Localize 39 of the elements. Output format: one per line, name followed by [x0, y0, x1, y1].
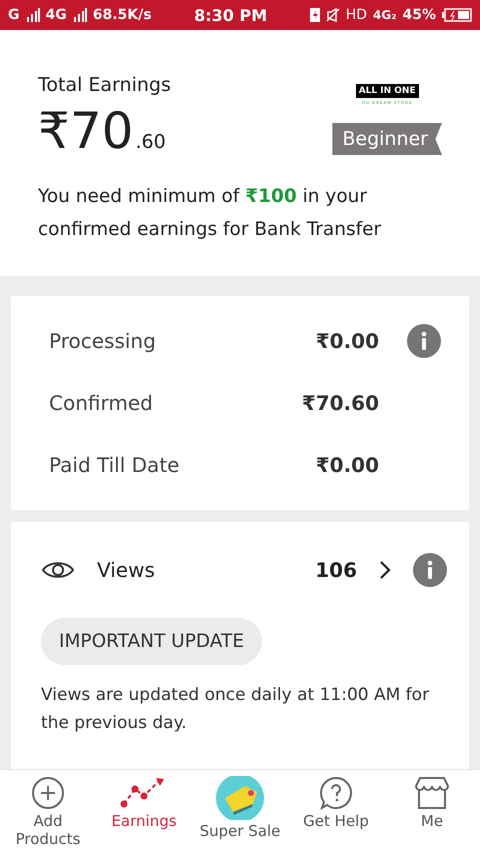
signal-icon: [26, 8, 40, 22]
network-speed: 68.5K/s: [92, 7, 152, 23]
price-tag-icon: [215, 776, 265, 820]
battery-saver-icon: [310, 8, 320, 22]
summary-label: Confirmed: [49, 391, 154, 415]
info-icon[interactable]: [407, 324, 441, 358]
help-bubble-icon: [319, 776, 353, 810]
hd-label: HD: [346, 7, 368, 23]
battery-percent: 45%: [402, 7, 436, 23]
nav-tab[interactable]: Get Help: [288, 770, 384, 854]
network-label: 4G: [46, 7, 67, 23]
chevron-right-icon[interactable]: [379, 560, 391, 580]
views-note: Views are updated once daily at 11:00 AM for the previous day.: [41, 684, 430, 735]
views-count: 106: [315, 558, 357, 582]
store-logo: ALL IN ONE: [356, 84, 419, 98]
transfer-note: You need minimum of ₹100 in your confirmed earnings for Bank Transfer: [38, 185, 382, 242]
info-icon[interactable]: [413, 553, 447, 587]
data-label: 4G₂: [373, 8, 396, 22]
level-badge: Beginner: [332, 123, 442, 155]
nav-tab[interactable]: Super Sale: [192, 770, 288, 854]
nav-tab[interactable]: Me: [384, 770, 480, 854]
summary-label: Processing: [49, 329, 157, 353]
summary-value: ₹70.60: [300, 391, 379, 415]
add-icon: [31, 776, 65, 810]
summary-value: ₹0.00: [314, 453, 379, 477]
network-label: G: [8, 7, 20, 23]
total-earnings-label: Total Earnings: [38, 74, 171, 96]
signal-icon: [72, 8, 87, 22]
views-label: Views: [97, 558, 156, 582]
clock: 8:30 PM: [194, 6, 268, 24]
summary-value: ₹0.00: [314, 329, 379, 353]
summary-label: Paid Till Date: [49, 453, 180, 477]
nav-tab[interactable]: Earnings: [96, 770, 192, 854]
mute-icon: [326, 8, 340, 22]
battery-icon: [442, 8, 472, 22]
earnings-amount: ₹70.60: [38, 102, 167, 160]
storefront-icon: [414, 776, 450, 810]
nav-tab[interactable]: Add Products: [0, 770, 96, 854]
important-update-button[interactable]: IMPORTANT UPDATE: [41, 618, 262, 665]
